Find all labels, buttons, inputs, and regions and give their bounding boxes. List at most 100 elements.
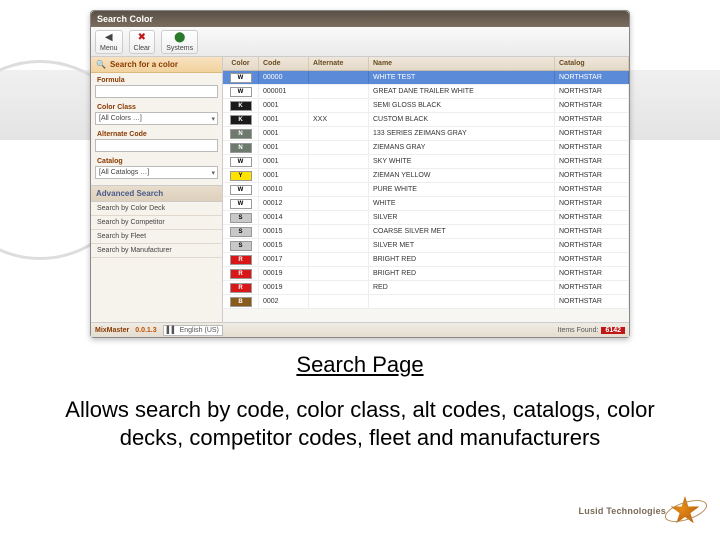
cell-color: S xyxy=(223,225,259,238)
language-select[interactable]: ▌▌ English (US) xyxy=(163,325,223,336)
cell-name: SEMI GLOSS BLACK xyxy=(369,99,555,112)
th-code[interactable]: Code xyxy=(259,57,309,70)
cell-code: 0002 xyxy=(259,295,309,308)
table-row[interactable]: R00017BRIGHT REDNORTHSTAR xyxy=(223,253,629,267)
table-row[interactable]: R00019REDNORTHSTAR xyxy=(223,281,629,295)
cell-code: 00000 xyxy=(259,71,309,84)
cell-code: 0001 xyxy=(259,155,309,168)
color-swatch: R xyxy=(230,283,252,293)
cell-code: 00012 xyxy=(259,197,309,210)
adv-fleet[interactable]: Search by Fleet xyxy=(91,230,222,244)
table-row[interactable]: W00000WHITE TESTNORTHSTAR xyxy=(223,71,629,85)
cell-color: R xyxy=(223,253,259,266)
cell-alternate xyxy=(309,141,369,154)
cell-name: SILVER xyxy=(369,211,555,224)
cell-catalog: NORTHSTAR xyxy=(555,85,629,98)
cell-color: R xyxy=(223,267,259,280)
table-row[interactable]: N0001133 SERIES ZEIMANS GRAYNORTHSTAR xyxy=(223,127,629,141)
page-caption: Search Page xyxy=(0,352,720,378)
th-name[interactable]: Name xyxy=(369,57,555,70)
cell-catalog: NORTHSTAR xyxy=(555,99,629,112)
table-row[interactable]: S00014SILVERNORTHSTAR xyxy=(223,211,629,225)
cell-catalog: NORTHSTAR xyxy=(555,169,629,182)
cell-color: W xyxy=(223,183,259,196)
sidebar-header: 🔍 Search for a color xyxy=(91,57,222,73)
cell-catalog: NORTHSTAR xyxy=(555,155,629,168)
cell-color: B xyxy=(223,295,259,308)
cell-name: GREAT DANE TRAILER WHITE xyxy=(369,85,555,98)
page-description: Allows search by code, color class, alt … xyxy=(56,396,664,452)
alt-code-input[interactable] xyxy=(95,139,218,152)
app-name: MixMaster xyxy=(95,327,129,334)
cell-catalog: NORTHSTAR xyxy=(555,113,629,126)
table-row[interactable]: S00015SILVER METNORTHSTAR xyxy=(223,239,629,253)
menu-label: Menu xyxy=(100,45,118,52)
adv-color-deck[interactable]: Search by Color Deck xyxy=(91,202,222,216)
app-window: Search Color ◀ Menu ✖ Clear ⬤ Systems 🔍 … xyxy=(90,10,630,338)
cell-color: N xyxy=(223,127,259,140)
menu-button[interactable]: ◀ Menu xyxy=(95,30,123,54)
alt-code-label: Alternate Code xyxy=(91,127,222,139)
cell-catalog: NORTHSTAR xyxy=(555,295,629,308)
cell-alternate xyxy=(309,295,369,308)
th-color[interactable]: Color xyxy=(223,57,259,70)
cell-catalog: NORTHSTAR xyxy=(555,197,629,210)
cell-name: SILVER MET xyxy=(369,239,555,252)
table-row[interactable]: W 000001 GREAT DANE TRAILER WHITENORTHSTAR xyxy=(223,85,629,99)
color-swatch: R xyxy=(230,255,252,265)
cell-color: R xyxy=(223,281,259,294)
cell-name: COARSE SILVER MET xyxy=(369,225,555,238)
table-row[interactable]: B 0002 NORTHSTAR xyxy=(223,295,629,309)
table-row[interactable]: W0001SKY WHITENORTHSTAR xyxy=(223,155,629,169)
flag-icon: ▌▌ xyxy=(167,327,177,334)
cell-alternate xyxy=(309,169,369,182)
th-catalog[interactable]: Catalog xyxy=(555,57,629,70)
clear-icon: ✖ xyxy=(136,32,148,44)
color-swatch: N xyxy=(230,129,252,139)
cell-code: 0001 xyxy=(259,127,309,140)
cell-name: BRIGHT RED xyxy=(369,267,555,280)
cell-catalog: NORTHSTAR xyxy=(555,281,629,294)
cell-code: 00015 xyxy=(259,239,309,252)
formula-input[interactable] xyxy=(95,85,218,98)
table-row[interactable]: S00015COARSE SILVER METNORTHSTAR xyxy=(223,225,629,239)
cell-code: 0001 xyxy=(259,141,309,154)
systems-icon: ⬤ xyxy=(174,32,186,44)
cell-alternate: XXX xyxy=(309,113,369,126)
cell-color: N xyxy=(223,141,259,154)
table-body[interactable]: W00000WHITE TESTNORTHSTARW000001GREAT DA… xyxy=(223,71,629,322)
cell-code: 000001 xyxy=(259,85,309,98)
clear-button[interactable]: ✖ Clear xyxy=(129,30,156,54)
cell-name: CUSTOM BLACK xyxy=(369,113,555,126)
catalog-label: Catalog xyxy=(91,154,222,166)
color-class-label: Color Class xyxy=(91,100,222,112)
table-row[interactable]: R00019BRIGHT REDNORTHSTAR xyxy=(223,267,629,281)
cell-color: K xyxy=(223,99,259,112)
toolbar: ◀ Menu ✖ Clear ⬤ Systems xyxy=(91,27,629,57)
main-area: 🔍 Search for a color Formula Color Class… xyxy=(91,57,629,322)
cell-code: 0001 xyxy=(259,99,309,112)
cell-code: 00017 xyxy=(259,253,309,266)
table-row[interactable]: N0001ZIEMANS GRAYNORTHSTAR xyxy=(223,141,629,155)
status-bar: MixMaster 0.0.1.3 ▌▌ English (US) Items … xyxy=(91,322,629,337)
catalog-select[interactable]: [All Catalogs …] ▾ xyxy=(95,166,218,179)
adv-manufacturer[interactable]: Search by Manufacturer xyxy=(91,244,222,258)
table-row[interactable]: W00012WHITENORTHSTAR xyxy=(223,197,629,211)
color-swatch: W xyxy=(230,87,252,97)
table-row[interactable]: W00010PURE WHITENORTHSTAR xyxy=(223,183,629,197)
cell-name: 133 SERIES ZEIMANS GRAY xyxy=(369,127,555,140)
cell-catalog: NORTHSTAR xyxy=(555,141,629,154)
cell-color: W xyxy=(223,85,259,98)
th-alternate[interactable]: Alternate xyxy=(309,57,369,70)
table-row[interactable]: K0001 SEMI GLOSS BLACKNORTHSTAR xyxy=(223,99,629,113)
color-class-select[interactable]: [All Colors …] ▾ xyxy=(95,112,218,125)
systems-button[interactable]: ⬤ Systems xyxy=(161,30,198,54)
adv-competitor[interactable]: Search by Competitor xyxy=(91,216,222,230)
table-row[interactable]: Y0001ZIEMAN YELLOWNORTHSTAR xyxy=(223,169,629,183)
color-swatch: W xyxy=(230,199,252,209)
table-row[interactable]: K0001XXXCUSTOM BLACKNORTHSTAR xyxy=(223,113,629,127)
color-swatch: B xyxy=(230,297,252,307)
cell-name xyxy=(369,295,555,308)
search-sidebar: 🔍 Search for a color Formula Color Class… xyxy=(91,57,223,322)
cell-name: WHITE TEST xyxy=(369,71,555,84)
